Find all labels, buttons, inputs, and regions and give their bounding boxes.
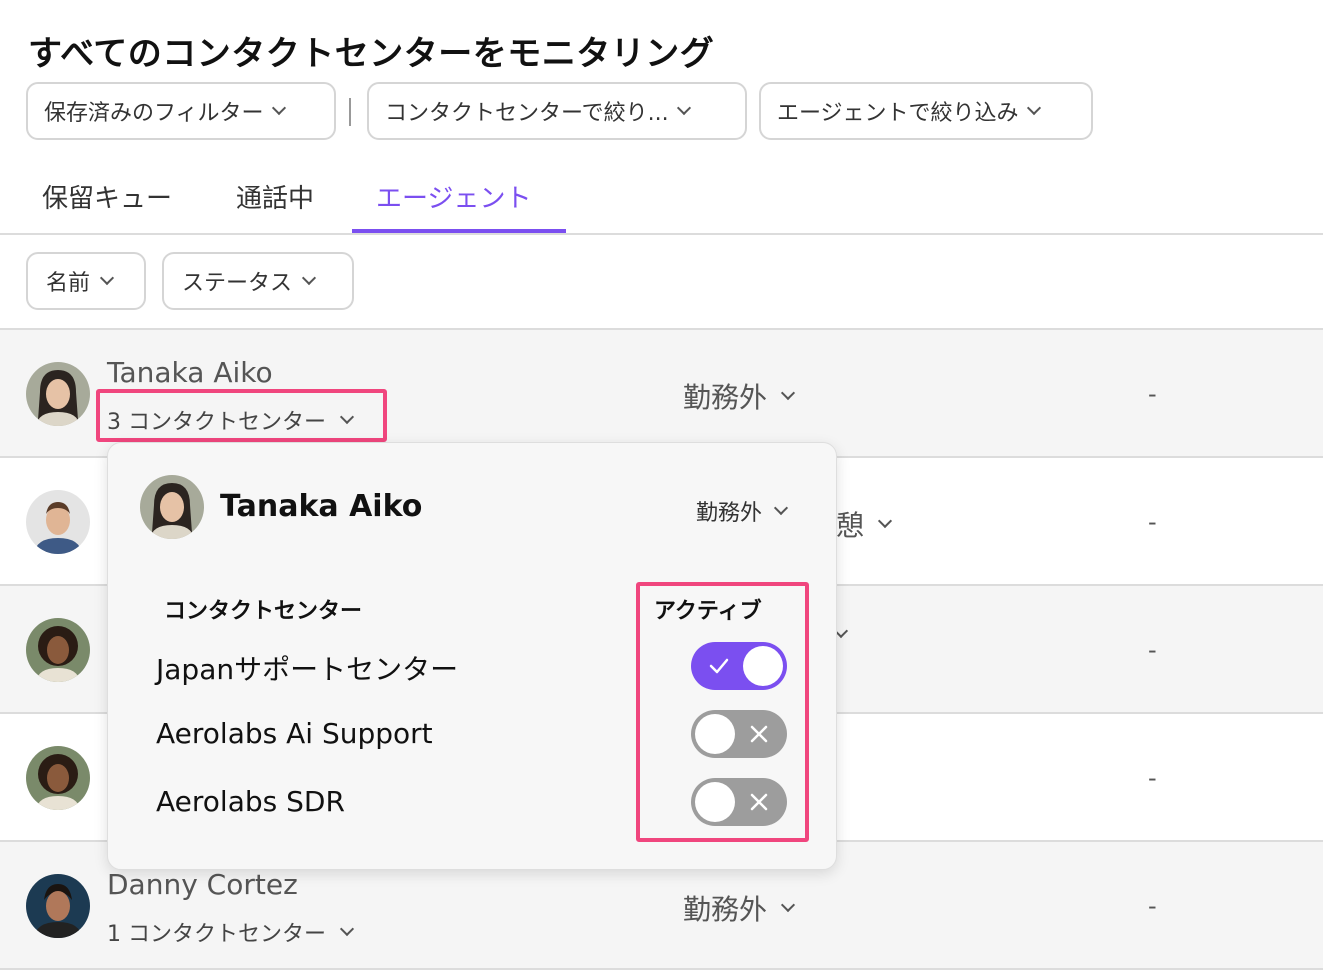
chevron-down-icon (339, 921, 355, 937)
contact-center-name: Aerolabs Ai Support (156, 717, 433, 750)
contact-center-count-highlight (96, 389, 387, 442)
contact-center-filter-dropdown[interactable]: コンタクトセンターで絞り... (367, 82, 747, 140)
name-sort-label: 名前 (46, 271, 91, 296)
filter-separator (349, 98, 351, 126)
tab-agents[interactable]: エージェント (376, 178, 531, 232)
status-filter-label: ステータス (182, 271, 293, 296)
active-column-highlight (636, 582, 809, 842)
popover-status-label: 勤務外 (696, 501, 763, 526)
agent-value: - (1148, 636, 1157, 664)
agent-status-dropdown[interactable] (833, 623, 849, 639)
contact-center-name: Aerolabs SDR (156, 785, 345, 818)
agent-filter-label: エージェントで絞り込み (777, 101, 1019, 126)
agent-filter-dropdown[interactable]: エージェントで絞り込み (759, 82, 1093, 140)
contact-center-count-dropdown[interactable]: 1 コンタクトセンター (107, 916, 355, 948)
avatar (26, 618, 90, 682)
tab-hold-queue[interactable]: 保留キュー (42, 178, 172, 232)
saved-filters-label: 保存済みのフィルター (44, 101, 264, 126)
status-filter-dropdown[interactable]: ステータス (162, 252, 354, 310)
contact-center-column-header: コンタクトセンター (164, 599, 363, 624)
avatar (26, 362, 90, 426)
popover-agent-name: Tanaka Aiko (220, 489, 423, 524)
agent-status-label: 勤務外 (683, 381, 768, 414)
avatar (140, 475, 204, 539)
chevron-down-icon (1026, 100, 1041, 116)
tabs-divider (0, 233, 1323, 235)
tab-on-call[interactable]: 通話中 (236, 178, 314, 232)
chevron-down-icon (773, 500, 789, 516)
agent-status-dropdown[interactable]: 勤務外 (683, 376, 796, 416)
avatar (26, 490, 90, 554)
chevron-down-icon (99, 270, 115, 286)
chevron-down-icon (780, 897, 796, 913)
avatar (26, 746, 90, 810)
agent-value: - (1148, 508, 1157, 536)
agent-status-label: 憩 (836, 509, 865, 542)
chevron-down-icon (676, 100, 691, 116)
popover-status-dropdown[interactable]: 勤務外 (696, 495, 789, 527)
agent-value: - (1148, 892, 1157, 920)
agent-status-dropdown[interactable]: 勤務外 (683, 888, 796, 928)
contact-center-filter-label: コンタクトセンターで絞り... (385, 101, 669, 126)
agent-name: Tanaka Aiko (107, 356, 273, 389)
contact-center-popover: Tanaka Aiko 勤務外 コンタクトセンター アクティブ Japanサポー… (107, 442, 837, 870)
page-title: すべてのコンタクトセンターをモニタリング (28, 34, 715, 74)
chevron-down-icon (780, 385, 796, 401)
chevron-down-icon (271, 100, 286, 116)
agent-status-label: 勤務外 (683, 893, 768, 926)
chevron-down-icon (877, 513, 893, 529)
agent-name: Danny Cortez (107, 868, 298, 901)
contact-center-name: Japanサポートセンター (156, 653, 459, 686)
avatar (26, 874, 90, 938)
name-sort-dropdown[interactable]: 名前 (26, 252, 146, 310)
chevron-down-icon (301, 270, 317, 286)
agent-status-dropdown[interactable]: 憩 (836, 504, 893, 544)
agent-value: - (1148, 380, 1157, 408)
agent-value: - (1148, 764, 1157, 792)
saved-filters-dropdown[interactable]: 保存済みのフィルター (26, 82, 336, 140)
contact-center-count-label: 1 コンタクトセンター (107, 922, 326, 947)
